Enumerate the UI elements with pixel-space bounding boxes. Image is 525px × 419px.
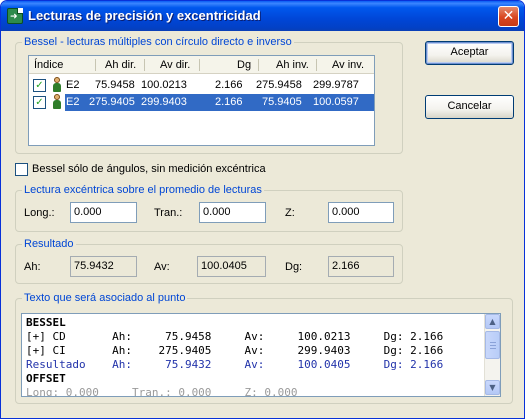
long-input[interactable]: 0.000 [70,202,137,223]
cell-av-inv: 100.0597 [313,96,359,108]
text-line: [+] CD Ah: 75.9458 Av: 100.0213 Dg: 2.16… [26,330,444,343]
window-title: Lecturas de precisión y excentricidad [28,8,261,23]
table-row[interactable]: ✓ E2 75.9458 100.0213 2.166 275.9458 299… [29,77,374,94]
cancel-button[interactable]: Cancelar [425,95,514,119]
col-separator [199,59,200,71]
av-label: Av: [154,261,170,273]
associated-text-box[interactable]: BESSEL [+] CD Ah: 75.9458 Av: 100.0213 D… [21,313,501,397]
cell-indice: E2 [66,96,80,108]
app-icon: ➜ [7,8,23,24]
col-ah-inv[interactable]: Ah inv. [276,59,309,71]
cell-av-dir: 100.0213 [141,79,187,91]
only-angles-label[interactable]: Bessel sólo de ángulos, sin medición exc… [32,163,266,175]
row-checkbox[interactable]: ✓ [33,79,46,92]
result-group-title: Resultado [22,238,76,250]
z-label: Z: [285,207,295,219]
ah-result: 75.9432 [70,256,137,277]
cell-av-dir: 299.9403 [141,96,187,108]
cell-ah-dir: 275.9405 [89,96,135,108]
scroll-thumb[interactable] [485,331,500,359]
accept-button[interactable]: Aceptar [425,41,514,65]
row-checkbox[interactable]: ✓ [33,96,46,109]
table-row[interactable]: ✓ E2 275.9405 299.9403 2.166 75.9405 100… [29,94,374,111]
col-indice[interactable]: Índice [34,59,63,71]
long-label: Long.: [24,207,55,219]
cell-ah-inv: 75.9405 [262,96,302,108]
col-av-inv[interactable]: Av inv. [332,59,364,71]
cell-av-inv: 299.9787 [313,79,359,91]
cell-dg: 2.166 [215,96,243,108]
text-line: Long: 0.000 Tran.: 0.000 Z: 0.000 [26,386,298,397]
text-line: Resultado Ah: 75.9432 Av: 100.0405 Dg: 2… [26,358,444,371]
text-line: OFFSET [26,372,66,385]
scroll-up-icon[interactable]: ▲ [485,314,500,329]
col-separator [258,59,259,71]
row-cells: E2 275.9405 299.9403 2.166 75.9405 100.0… [65,94,374,111]
col-ah-dir[interactable]: Ah dir. [105,59,136,71]
bessel-group-title: Bessel - lecturas múltiples con círculo … [22,36,294,48]
cell-ah-dir: 75.9458 [95,79,135,91]
person-icon [51,77,63,93]
dg-result: 2.166 [328,256,394,277]
eccentric-group-title: Lectura excéntrica sobre el promedio de … [22,184,264,196]
col-separator [316,59,317,71]
text-scrollbar[interactable]: ▲ ▼ [484,314,500,396]
col-separator [95,59,96,71]
person-icon [51,94,63,110]
cell-dg: 2.166 [215,79,243,91]
cell-indice: E2 [66,79,80,91]
row-cells: E2 75.9458 100.0213 2.166 275.9458 299.9… [65,77,374,94]
tran-input[interactable]: 0.000 [199,202,266,223]
col-separator [144,59,145,71]
title-bar[interactable]: ➜ Lecturas de precisión y excentricidad … [1,1,524,31]
only-angles-checkbox[interactable] [15,163,28,176]
text-line: [+] CI Ah: 275.9405 Av: 299.9403 Dg: 2.1… [26,344,444,357]
z-input[interactable]: 0.000 [328,202,394,223]
col-av-dir[interactable]: Av dir. [160,59,190,71]
av-result: 100.0405 [197,256,266,277]
dialog-window: ➜ Lecturas de precisión y excentricidad … [0,0,525,419]
cell-ah-inv: 275.9458 [256,79,302,91]
col-dg[interactable]: Dg [237,59,251,71]
dg-label: Dg: [285,261,303,273]
tran-label: Tran.: [154,207,183,219]
text-group-title: Texto que será asociado al punto [22,292,188,304]
ah-label: Ah: [24,261,41,273]
list-header: Índice Ah dir. Av dir. Dg Ah inv. Av inv… [29,56,374,74]
close-button[interactable]: ✕ [498,6,519,27]
text-line: BESSEL [26,316,66,329]
readings-list[interactable]: Índice Ah dir. Av dir. Dg Ah inv. Av inv… [28,55,375,146]
scroll-down-icon[interactable]: ▼ [485,380,500,395]
